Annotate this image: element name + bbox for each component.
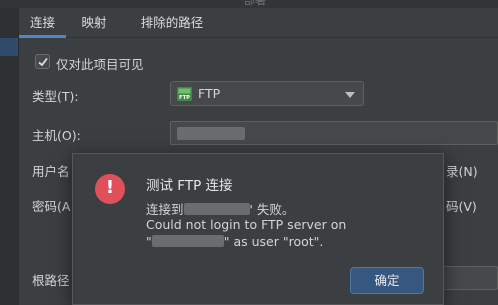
user-label: 用户名 [32, 164, 70, 179]
visible-only-label: 仅对此项目可见 [56, 57, 144, 72]
dialog-title: 测试 FTP 连接 [146, 178, 233, 194]
left-server-list[interactable] [0, 8, 19, 305]
type-select-value: FTP [198, 86, 221, 101]
save-password-label[interactable]: 码(V) [446, 196, 477, 215]
ftp-icon: FTP [177, 87, 192, 101]
selected-server-item[interactable] [0, 38, 18, 56]
tab-mappings[interactable]: 映射 [73, 8, 115, 38]
root-path-label: 根路径 [32, 273, 70, 288]
password-label: 密码(A [32, 199, 71, 214]
redacted-host [183, 203, 250, 215]
anonymous-login-label[interactable]: 录(N) [446, 161, 478, 180]
type-label: 类型(T): [32, 89, 79, 104]
chevron-down-icon [345, 92, 355, 98]
redacted-host [177, 127, 245, 140]
checkmark-icon [38, 57, 48, 67]
svg-text:FTP: FTP [179, 95, 190, 101]
type-select[interactable]: FTP FTP [170, 81, 364, 106]
error-dialog: ! 测试 FTP 连接 连接到 ' 失败。 Could not login to … [72, 153, 444, 305]
dialog-message-line1: 连接到 ' 失败。 [146, 202, 295, 217]
dialog-message-line3: " " as user "root". [146, 234, 324, 249]
window-title: 部署 [244, 0, 266, 7]
redacted-host [151, 235, 224, 247]
error-icon: ! [95, 174, 125, 204]
tab-connection[interactable]: 连接 [19, 8, 66, 38]
tab-excluded-paths[interactable]: 排除的路径 [127, 8, 217, 38]
host-label: 主机(O): [32, 128, 81, 143]
window-titlebar: 部署 [0, 0, 498, 8]
ok-button[interactable]: 确定 [350, 267, 424, 294]
tab-bar: 连接 映射 排除的路径 [19, 8, 498, 38]
dialog-message-line2: Could not login to FTP server on [146, 217, 347, 232]
host-input[interactable] [170, 121, 498, 145]
visible-only-checkbox[interactable] [35, 54, 50, 69]
